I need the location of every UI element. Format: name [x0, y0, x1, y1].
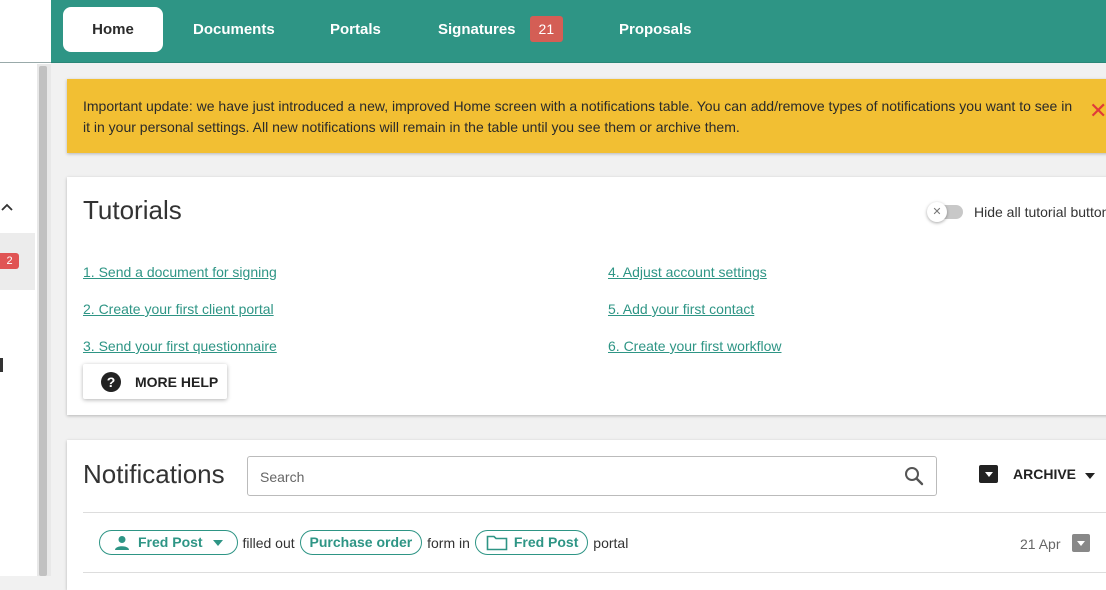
row-divider [83, 572, 1106, 573]
tab-label: Proposals [619, 21, 692, 38]
row-archive-icon[interactable] [1072, 534, 1090, 552]
notification-row: Fred Post filled out Purchase order form… [99, 530, 629, 556]
user-chip[interactable]: Fred Post [99, 530, 238, 555]
tab-label: Documents [193, 21, 275, 38]
chevron-down-icon [212, 540, 223, 546]
tutorial-link-send-questionnaire[interactable]: 3. Send your first questionnaire [83, 338, 277, 354]
portal-chip[interactable]: Fred Post [474, 530, 589, 555]
tab-portals[interactable]: Portals [330, 7, 381, 52]
hide-tutorials-label: Hide all tutorial buttons [974, 204, 1106, 220]
sidebar-badge: 2 [0, 253, 19, 269]
notifications-title: Notifications [83, 459, 225, 489]
tutorial-link-add-contact[interactable]: 5. Add your first contact [608, 301, 754, 317]
caret-down-icon [1085, 473, 1095, 479]
signatures-count-badge: 21 [529, 16, 564, 43]
search-input[interactable] [258, 466, 882, 488]
tab-documents[interactable]: Documents [193, 7, 275, 52]
notification-text: filled out [242, 534, 295, 551]
tutorials-card: Tutorials ✕ Hide all tutorial buttons 1.… [67, 177, 1106, 415]
top-nav-bar: Home Documents Portals Signatures 21 Prop… [51, 0, 1106, 63]
notification-text: portal [593, 534, 629, 551]
chevron-up-icon[interactable] [0, 200, 14, 214]
left-sidebar: 2 [0, 0, 51, 576]
tab-label: Signatures [438, 21, 516, 38]
more-help-label: MORE HELP [135, 374, 219, 390]
help-icon: ? [101, 372, 121, 392]
search-box [247, 456, 937, 496]
more-help-button[interactable]: ? MORE HELP [83, 364, 227, 399]
tab-home[interactable]: Home [63, 7, 163, 52]
notification-date: 21 Apr [1020, 536, 1061, 552]
scrollbar-thumb[interactable] [39, 66, 47, 576]
important-update-alert: Important update: we have just introduce… [67, 79, 1106, 153]
tab-label: Home [92, 21, 134, 38]
toggle-knob-x-icon: ✕ [927, 202, 947, 222]
person-icon [115, 536, 129, 550]
form-chip[interactable]: Purchase order [299, 530, 423, 555]
archive-label: ARCHIVE [1013, 466, 1077, 482]
tutorial-link-account-settings[interactable]: 4. Adjust account settings [608, 264, 767, 280]
folder-icon [486, 535, 508, 551]
tab-signatures[interactable]: Signatures 21 [438, 7, 564, 52]
divider [83, 512, 1106, 513]
sidebar-text-fragment [0, 358, 3, 372]
user-chip-label: Fred Post [138, 534, 203, 550]
tutorials-title: Tutorials [83, 195, 182, 225]
tutorial-link-create-portal[interactable]: 2. Create your first client portal [83, 301, 274, 317]
alert-message: Important update: we have just introduce… [83, 98, 1073, 135]
notifications-card: Notifications ARCHIVE Fred Post filled o… [67, 440, 1106, 590]
tutorial-link-send-document[interactable]: 1. Send a document for signing [83, 264, 277, 280]
archive-icon [979, 465, 998, 483]
notification-text: form in [427, 534, 470, 551]
sidebar-header [0, 0, 51, 63]
close-icon[interactable]: ✕ [1089, 100, 1106, 122]
tutorial-link-create-workflow[interactable]: 6. Create your first workflow [608, 338, 782, 354]
hide-tutorials-toggle[interactable]: ✕ [927, 202, 963, 222]
tab-proposals[interactable]: Proposals [619, 7, 692, 52]
portal-chip-label: Fred Post [513, 534, 579, 550]
search-icon[interactable] [903, 465, 925, 487]
tab-label: Portals [330, 21, 381, 38]
